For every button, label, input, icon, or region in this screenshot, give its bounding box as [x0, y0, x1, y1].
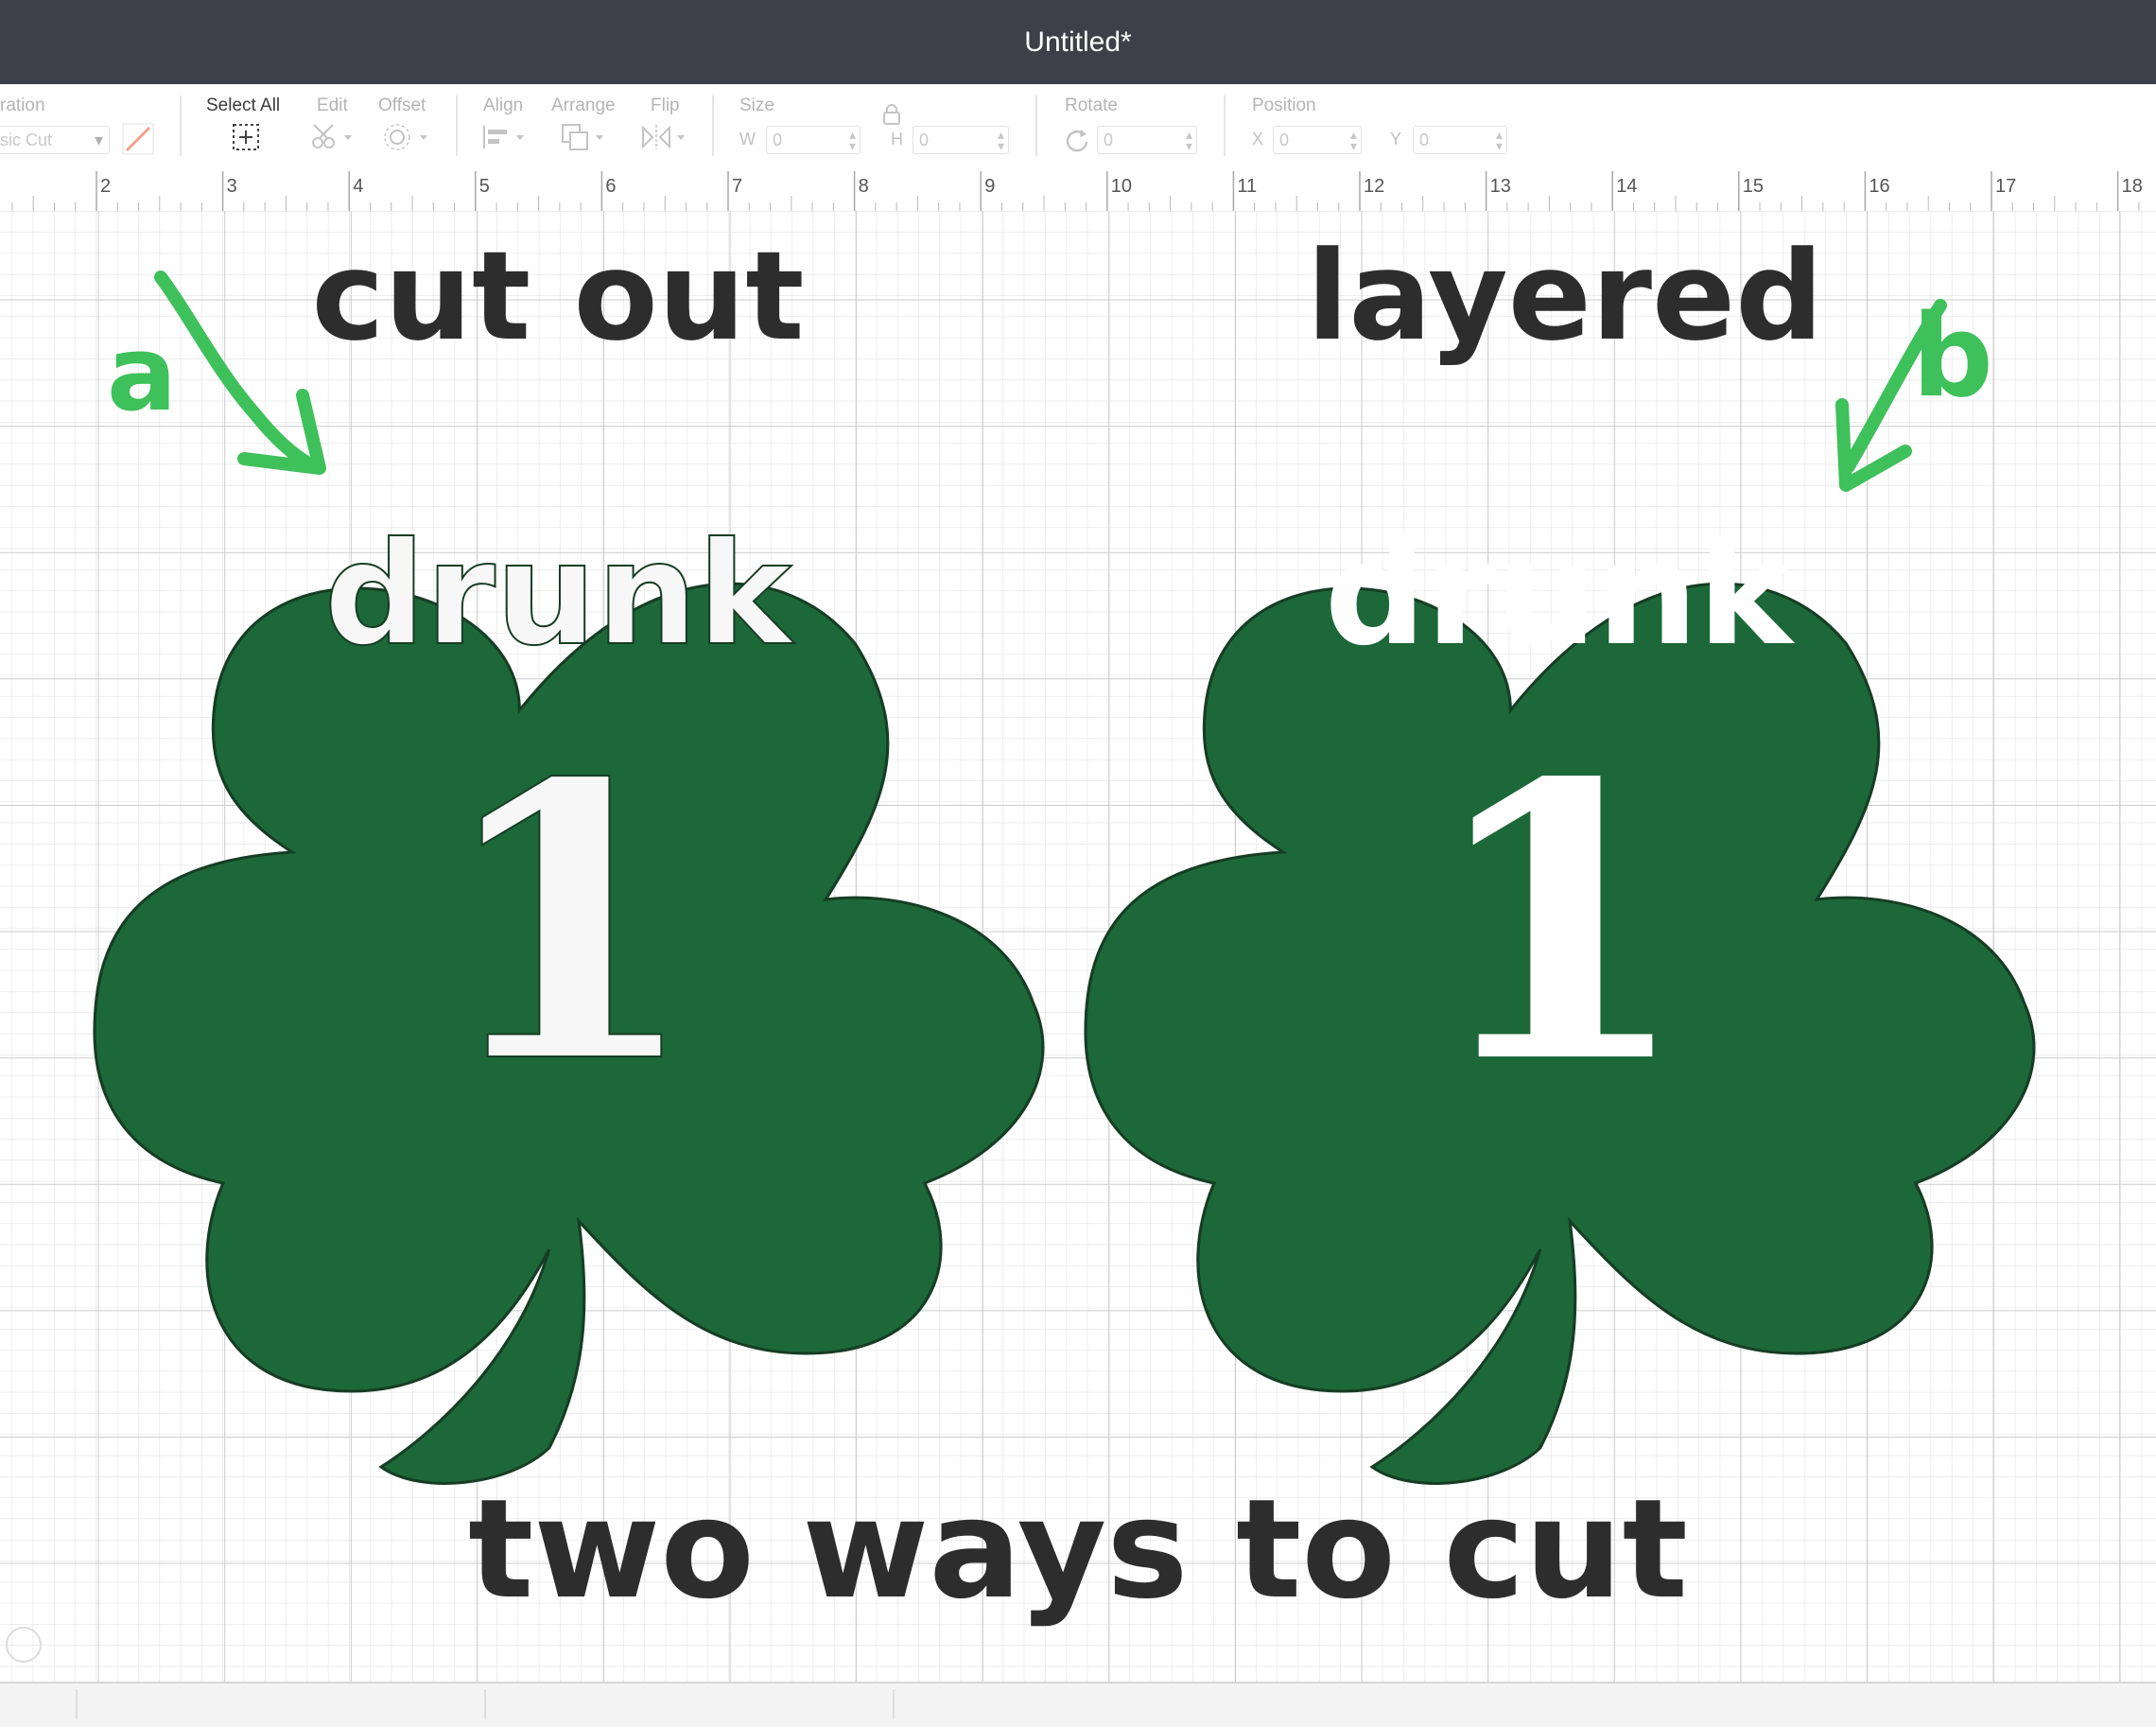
flip-label: Flip [651, 96, 680, 115]
line-color-icon[interactable] [121, 122, 155, 156]
y-value: 0 [1419, 131, 1430, 149]
ruler-tick-label: 5 [479, 176, 490, 197]
width-input[interactable]: 0 ▴ ▾ [766, 126, 861, 154]
stepper-icon: ▴ ▾ [1185, 127, 1192, 153]
operation-select[interactable]: sic Cut ▾ [0, 126, 110, 154]
select-all-label: Select All [206, 96, 281, 115]
annotation-letter-a: a [107, 313, 177, 434]
lock-icon[interactable] [881, 103, 902, 126]
title-bar: Untitled* [0, 0, 2156, 84]
ruler-tick-label: 9 [984, 176, 995, 197]
height-value: 0 [919, 131, 930, 149]
x-input[interactable]: 0 ▴ ▾ [1273, 126, 1362, 154]
select-all-icon[interactable] [231, 122, 261, 152]
heading-cut-out: cut out [311, 224, 804, 368]
left-design-word[interactable]: drunk [323, 512, 796, 678]
height-input[interactable]: 0 ▴ ▾ [913, 126, 1009, 154]
design-canvas[interactable]: drunk 1 drunk 1 cut out layered a b two … [0, 211, 2156, 1682]
heading-layered: layered [1307, 224, 1824, 368]
ruler-tick-label: 3 [227, 176, 237, 197]
footer-caption: two ways to cut [468, 1470, 1688, 1630]
size-label: Size [739, 96, 774, 115]
annotation-letter-b: b [1912, 291, 1993, 423]
flip-icon[interactable] [639, 122, 688, 152]
ruler-tick-label: 7 [732, 176, 742, 197]
operation-label: ration [0, 96, 45, 115]
bottom-bar-divider [893, 1689, 895, 1719]
canvas-drawing: drunk 1 drunk 1 cut out layered a b two … [0, 211, 2156, 1682]
position-label: Position [1252, 96, 1316, 115]
ruler-tick-label: 2 [100, 176, 111, 197]
align-label: Align [483, 96, 524, 115]
edit-toolbar: ration sic Cut ▾ Select All Edit Offset … [0, 84, 2156, 173]
rotate-label: Rotate [1065, 96, 1118, 115]
toolbar-separator [712, 96, 714, 156]
left-design-number[interactable]: 1 [435, 701, 700, 1147]
y-input[interactable]: 0 ▴ ▾ [1413, 126, 1507, 154]
stepper-icon: ▴ ▾ [1495, 127, 1503, 153]
offset-icon[interactable] [382, 122, 431, 152]
rotate-value: 0 [1104, 131, 1114, 149]
toolbar-separator [1035, 96, 1037, 156]
right-design-word[interactable]: drunk [1325, 513, 1796, 677]
operation-value: sic Cut [0, 131, 53, 149]
ruler-tick-label: 10 [1111, 176, 1132, 197]
toolbar-separator [456, 96, 458, 156]
ruler-tick-label: 6 [605, 176, 616, 197]
horizontal-ruler: 2 3 4 5 6 7 8 9 10 11 12 13 14 15 16 17 18 [0, 171, 2156, 212]
toolbar-separator [180, 96, 182, 156]
ruler-tick-label: 13 [1490, 176, 1511, 197]
ruler-tick-label: 17 [1995, 176, 2016, 197]
bottom-bar [0, 1682, 2156, 1727]
rotate-input[interactable]: 0 ▴ ▾ [1097, 126, 1197, 154]
ruler-tick-label: 8 [859, 176, 869, 197]
offset-label: Offset [378, 96, 426, 115]
ruler-tick-label: 4 [353, 176, 363, 197]
width-value: 0 [773, 131, 783, 149]
stepper-icon: ▴ ▾ [997, 127, 1004, 153]
ruler-tick-label: 16 [1869, 176, 1889, 197]
y-prefix: Y [1390, 130, 1402, 148]
ruler-tick-label: 14 [1616, 176, 1637, 197]
window-title: Untitled* [1024, 26, 1132, 58]
stepper-icon: ▴ ▾ [848, 127, 856, 153]
edit-scissors-icon[interactable] [308, 122, 354, 152]
ruler-tick-label: 18 [2122, 176, 2143, 197]
chevron-down-icon: ▾ [94, 131, 103, 149]
ruler-marks: 2 3 4 5 6 7 8 9 10 11 12 13 14 15 16 17 18 [11, 171, 2143, 211]
stepper-icon: ▴ ▾ [1349, 127, 1357, 153]
right-design-number[interactable]: 1 [1427, 702, 1690, 1146]
arrange-icon[interactable] [560, 122, 609, 152]
rotate-icon [1066, 130, 1088, 152]
x-value: 0 [1279, 131, 1290, 149]
ruler-tick-label: 12 [1364, 176, 1384, 197]
ruler-tick-label: 11 [1237, 176, 1257, 197]
toolbar-separator [1224, 96, 1226, 156]
edit-label: Edit [317, 96, 348, 115]
height-prefix: H [891, 130, 903, 148]
arrange-label: Arrange [551, 96, 616, 115]
bottom-bar-divider [484, 1689, 486, 1719]
width-prefix: W [739, 130, 756, 148]
bottom-bar-divider [76, 1689, 78, 1719]
x-prefix: X [1252, 130, 1264, 148]
ruler-tick-label: 15 [1743, 176, 1764, 197]
align-icon[interactable] [480, 122, 528, 152]
